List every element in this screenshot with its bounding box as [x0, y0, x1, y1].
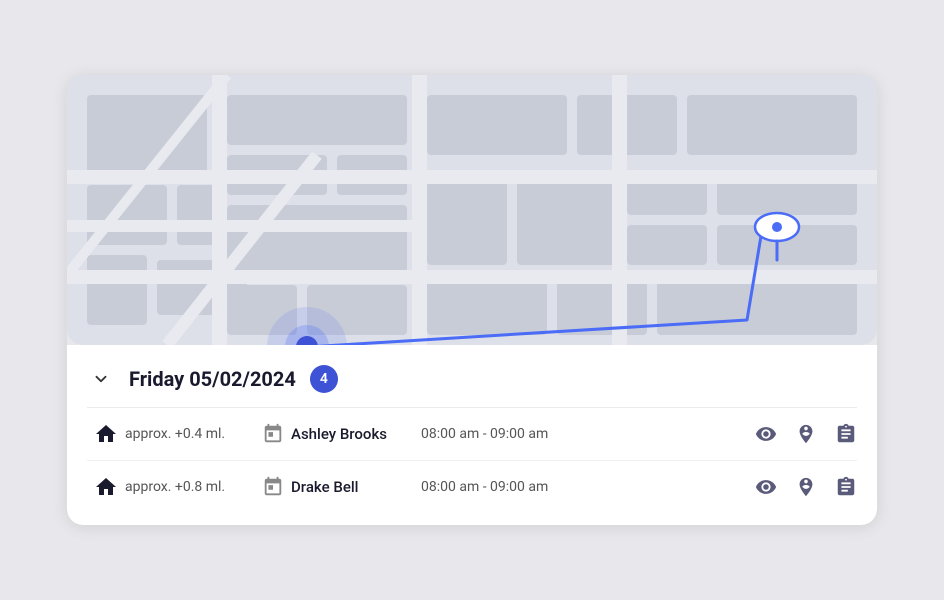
view-icon[interactable] — [755, 423, 777, 445]
trip-row: approx. +0.4 ml. Ashley Brooks 08:00 am … — [87, 408, 857, 461]
date-header: Friday 05/02/2024 4 — [87, 345, 857, 408]
list-section: Friday 05/02/2024 4 approx. +0.4 ml. Ash… — [67, 345, 877, 525]
trip-distance: approx. +0.4 ml. — [125, 426, 255, 442]
view-icon[interactable] — [755, 476, 777, 498]
trip-actions — [755, 476, 857, 498]
assignment-icon[interactable] — [835, 476, 857, 498]
trip-actions — [755, 423, 857, 445]
calendar-icon — [255, 476, 291, 498]
person-pin-icon[interactable] — [795, 476, 817, 498]
trip-time: 08:00 am - 09:00 am — [421, 426, 755, 442]
trip-count-badge: 4 — [310, 365, 338, 393]
map-svg — [67, 75, 877, 345]
calendar-icon — [255, 423, 291, 445]
trip-row: approx. +0.8 ml. Drake Bell 08:00 am - 0… — [87, 461, 857, 513]
collapse-button[interactable] — [87, 365, 115, 393]
person-pin-icon[interactable] — [795, 423, 817, 445]
trip-distance: approx. +0.8 ml. — [125, 479, 255, 495]
assignment-icon[interactable] — [835, 423, 857, 445]
trip-list: approx. +0.4 ml. Ashley Brooks 08:00 am … — [87, 408, 857, 513]
map-section — [67, 75, 877, 345]
home-icon — [87, 422, 125, 446]
trip-person-name: Ashley Brooks — [291, 425, 421, 443]
home-icon — [87, 475, 125, 499]
trip-time: 08:00 am - 09:00 am — [421, 479, 755, 495]
date-label: Friday 05/02/2024 — [129, 367, 296, 391]
main-card: Friday 05/02/2024 4 approx. +0.4 ml. Ash… — [67, 75, 877, 525]
trip-person-name: Drake Bell — [291, 478, 421, 496]
